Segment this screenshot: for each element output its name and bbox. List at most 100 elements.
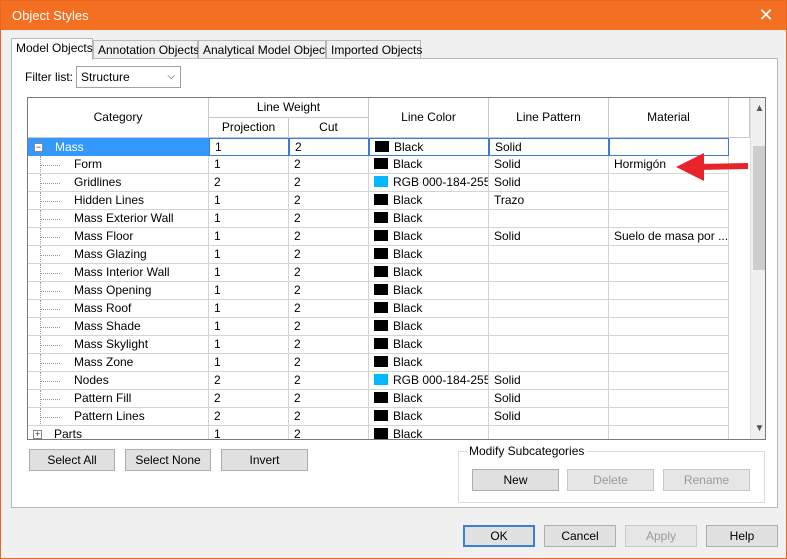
table-row[interactable]: − Mass 1 2 Black Solid [28, 138, 748, 156]
cell-material[interactable] [609, 246, 729, 264]
cell-projection[interactable]: 2 [209, 390, 289, 408]
tab-model-objects[interactable]: Model Objects [11, 38, 93, 60]
cell-line-pattern[interactable] [489, 246, 609, 264]
table-row[interactable]: Mass Shade 1 2 Black [28, 318, 748, 336]
tab-analytical-model-objects[interactable]: Analytical Model Objects [198, 40, 334, 59]
header-line-pattern[interactable]: Line Pattern [489, 98, 609, 138]
cell-line-color[interactable]: Black [369, 336, 489, 354]
tab-imported-objects[interactable]: Imported Objects [326, 40, 422, 59]
cell-line-pattern[interactable] [489, 264, 609, 282]
header-category[interactable]: Category [28, 98, 209, 138]
cell-line-pattern[interactable]: Solid [489, 138, 609, 156]
cell-material[interactable] [609, 390, 729, 408]
cell-projection[interactable]: 1 [209, 318, 289, 336]
cell-category[interactable]: Nodes [28, 372, 209, 390]
cell-line-color[interactable]: RGB 000-184-255 [369, 174, 489, 192]
help-button[interactable]: Help [706, 525, 778, 547]
cell-cut[interactable]: 2 [289, 372, 369, 390]
cell-line-color[interactable]: Black [369, 300, 489, 318]
table-row[interactable]: Mass Skylight 1 2 Black [28, 336, 748, 354]
ok-button[interactable]: OK [463, 525, 535, 547]
cell-line-color[interactable]: Black [369, 228, 489, 246]
cell-cut[interactable]: 2 [289, 408, 369, 426]
cell-cut[interactable]: 2 [289, 390, 369, 408]
cell-cut[interactable]: 2 [289, 192, 369, 210]
cell-category[interactable]: Mass Opening [28, 282, 209, 300]
cell-cut[interactable]: 2 [289, 228, 369, 246]
cell-line-color[interactable]: Black [369, 156, 489, 174]
cell-material[interactable] [609, 300, 729, 318]
cell-cut[interactable]: 2 [289, 138, 369, 156]
cell-projection[interactable]: 1 [209, 264, 289, 282]
cell-category[interactable]: Mass Zone [28, 354, 209, 372]
cell-line-pattern[interactable] [489, 336, 609, 354]
cell-projection[interactable]: 1 [209, 282, 289, 300]
cell-cut[interactable]: 2 [289, 336, 369, 354]
cell-line-pattern[interactable]: Solid [489, 408, 609, 426]
cell-projection[interactable]: 1 [209, 300, 289, 318]
cell-line-pattern[interactable]: Solid [489, 174, 609, 192]
table-row[interactable]: Hidden Lines 1 2 Black Trazo [28, 192, 748, 210]
cell-line-color[interactable]: Black [369, 354, 489, 372]
cell-cut[interactable]: 2 [289, 300, 369, 318]
cell-line-color[interactable]: RGB 000-184-255 [369, 372, 489, 390]
cell-projection[interactable]: 1 [209, 354, 289, 372]
title-bar[interactable]: Object Styles ✕ [1, 1, 786, 30]
cell-cut[interactable]: 2 [289, 282, 369, 300]
close-icon[interactable]: ✕ [756, 5, 776, 25]
cell-category[interactable]: Mass Skylight [28, 336, 209, 354]
table-row[interactable]: Mass Glazing 1 2 Black [28, 246, 748, 264]
cell-category[interactable]: Mass Shade [28, 318, 209, 336]
cell-line-color[interactable]: Black [369, 138, 489, 156]
cell-line-color[interactable]: Black [369, 318, 489, 336]
collapse-icon[interactable]: − [34, 143, 43, 152]
table-row[interactable]: Mass Roof 1 2 Black [28, 300, 748, 318]
cell-line-pattern[interactable]: Solid [489, 156, 609, 174]
cell-projection[interactable]: 1 [209, 156, 289, 174]
cell-line-pattern[interactable]: Solid [489, 390, 609, 408]
cell-line-pattern[interactable]: Solid [489, 228, 609, 246]
invert-button[interactable]: Invert [221, 449, 308, 471]
table-row[interactable]: Form 1 2 Black Solid Hormigón [28, 156, 748, 174]
filter-list-dropdown[interactable]: Structure ⌵ [76, 66, 181, 88]
cell-category[interactable]: Form [28, 156, 209, 174]
cell-cut[interactable]: 2 [289, 426, 369, 439]
cell-material[interactable] [609, 372, 729, 390]
cell-projection[interactable]: 1 [209, 336, 289, 354]
delete-subcategory-button[interactable]: Delete [567, 469, 654, 491]
expand-icon[interactable]: + [33, 430, 42, 439]
cell-projection[interactable]: 1 [209, 228, 289, 246]
cell-cut[interactable]: 2 [289, 318, 369, 336]
cell-line-pattern[interactable] [489, 300, 609, 318]
cell-material[interactable]: Suelo de masa por ... [609, 228, 729, 246]
cell-material[interactable] [609, 354, 729, 372]
cell-material[interactable] [609, 192, 729, 210]
table-row[interactable]: Pattern Lines 2 2 Black Solid [28, 408, 748, 426]
header-projection[interactable]: Projection [209, 118, 289, 138]
cell-projection[interactable]: 2 [209, 408, 289, 426]
header-line-color[interactable]: Line Color [369, 98, 489, 138]
scroll-up-icon[interactable]: ▲ [751, 100, 765, 117]
apply-button[interactable]: Apply [625, 525, 697, 547]
cell-material[interactable] [609, 426, 729, 439]
cell-cut[interactable]: 2 [289, 210, 369, 228]
cell-material[interactable] [609, 210, 729, 228]
cell-line-pattern[interactable] [489, 318, 609, 336]
cell-material[interactable] [609, 318, 729, 336]
table-row[interactable]: Pattern Fill 2 2 Black Solid [28, 390, 748, 408]
table-row[interactable]: Nodes 2 2 RGB 000-184-255 Solid [28, 372, 748, 390]
cell-category[interactable]: Pattern Lines [28, 408, 209, 426]
cell-category[interactable]: + Parts [28, 426, 209, 439]
cell-line-color[interactable]: Black [369, 408, 489, 426]
cell-line-pattern[interactable]: Solid [489, 372, 609, 390]
cell-cut[interactable]: 2 [289, 354, 369, 372]
cell-category[interactable]: Mass Exterior Wall [28, 210, 209, 228]
cell-cut[interactable]: 2 [289, 264, 369, 282]
table-row[interactable]: Mass Opening 1 2 Black [28, 282, 748, 300]
select-none-button[interactable]: Select None [125, 449, 211, 471]
cell-projection[interactable]: 1 [209, 192, 289, 210]
cell-line-color[interactable]: Black [369, 192, 489, 210]
table-row[interactable]: Gridlines 2 2 RGB 000-184-255 Solid [28, 174, 748, 192]
grid-scrollbar[interactable]: ▲ ▼ [750, 98, 765, 439]
cell-line-pattern[interactable] [489, 354, 609, 372]
